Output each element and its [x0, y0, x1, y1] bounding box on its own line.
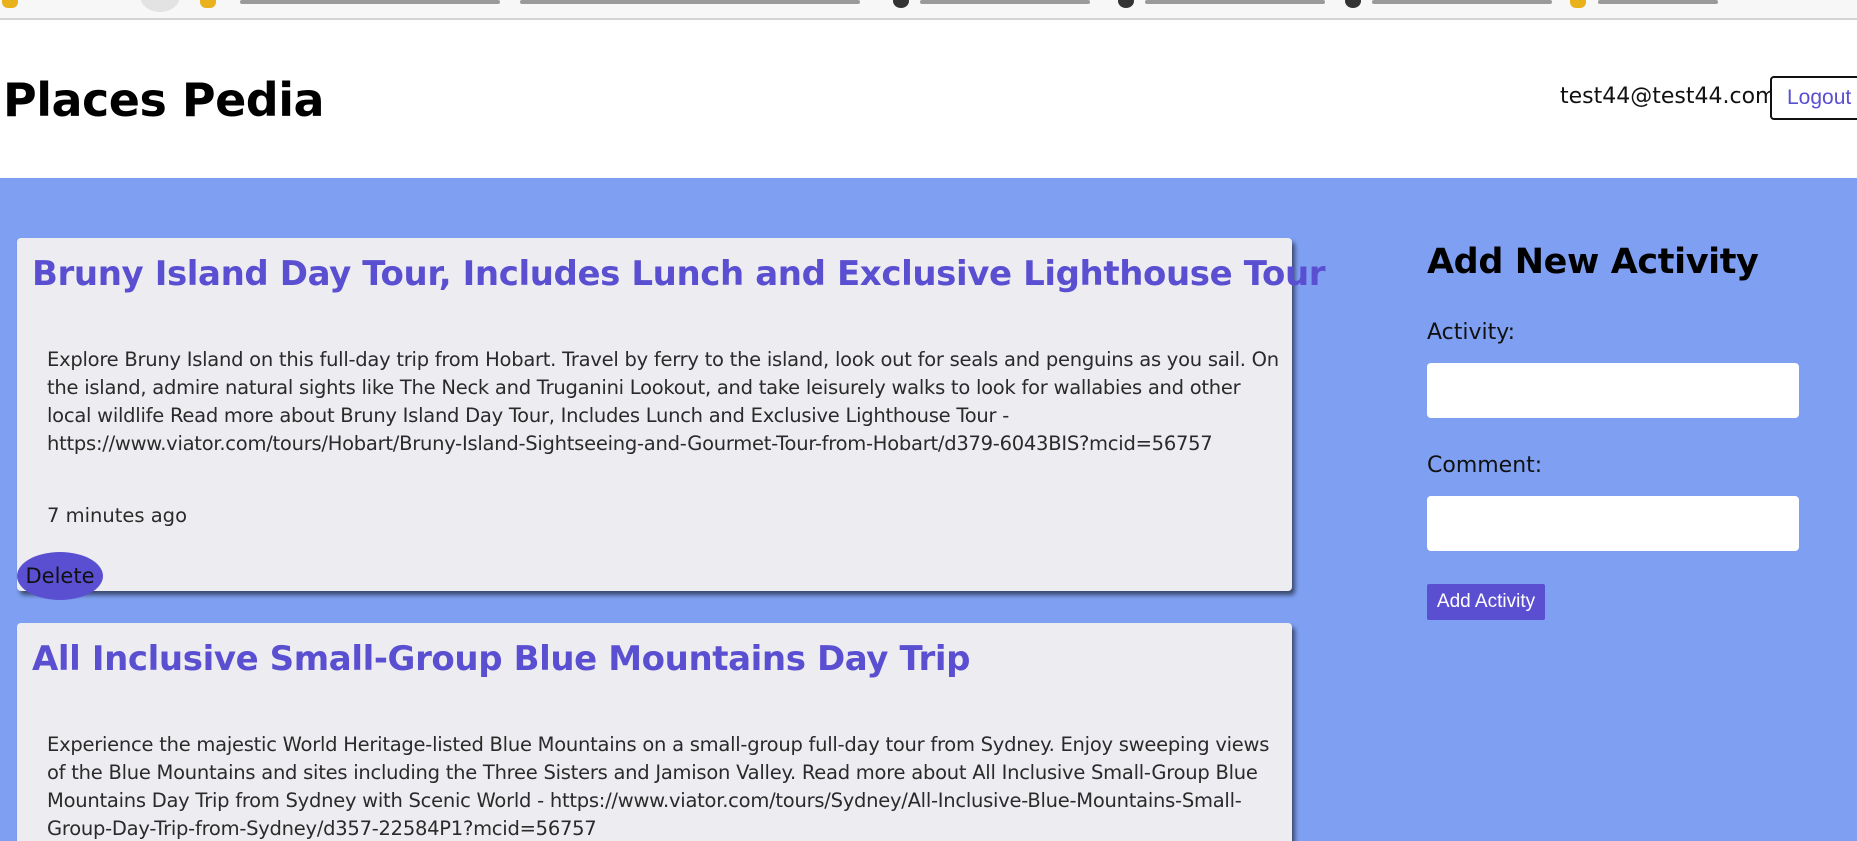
bookmark-text[interactable] — [520, 0, 860, 4]
activity-title[interactable]: Bruny Island Day Tour, Includes Lunch an… — [32, 254, 1326, 294]
bookmark-text[interactable] — [1372, 0, 1552, 4]
user-email: test44@test44.com — [1560, 84, 1777, 109]
site-header: Places Pedia test44@test44.com Logout — [0, 20, 1857, 178]
bookmark-text[interactable] — [1598, 0, 1718, 4]
browser-bookmarks-bar — [0, 0, 1857, 20]
folder-icon[interactable] — [200, 0, 216, 8]
main-content: Bruny Island Day Tour, Includes Lunch an… — [0, 178, 1857, 841]
activity-description: Experience the majestic World Heritage-l… — [47, 733, 1270, 840]
activity-card: Bruny Island Day Tour, Includes Lunch an… — [17, 238, 1326, 600]
activity-description: Explore Bruny Island on this full-day tr… — [47, 348, 1279, 455]
logout-button[interactable]: Logout — [1770, 76, 1857, 120]
bookmark-text[interactable] — [920, 0, 1090, 4]
folder-icon[interactable] — [2, 0, 18, 8]
bookmark-icon[interactable] — [1345, 0, 1361, 8]
activity-input[interactable] — [1427, 363, 1799, 418]
add-activity-form: Add New Activity Activity: Comment: Add … — [1427, 178, 1807, 841]
comment-input[interactable] — [1427, 496, 1799, 551]
activity-label: Activity: — [1427, 320, 1516, 345]
form-title: Add New Activity — [1427, 242, 1759, 282]
delete-button[interactable]: Delete — [17, 552, 103, 600]
bookmark-text[interactable] — [240, 0, 500, 4]
comment-label: Comment: — [1427, 453, 1543, 478]
activity-title[interactable]: All Inclusive Small-Group Blue Mountains… — [32, 639, 971, 679]
activity-card: All Inclusive Small-Group Blue Mountains… — [17, 623, 1292, 841]
add-activity-button[interactable]: Add Activity — [1427, 584, 1545, 620]
tab-circle-icon[interactable] — [140, 0, 180, 12]
bookmark-text[interactable] — [1145, 0, 1325, 4]
bookmark-icon[interactable] — [893, 0, 909, 8]
folder-icon[interactable] — [1570, 0, 1586, 8]
bookmark-icon[interactable] — [1118, 0, 1134, 8]
site-title[interactable]: Places Pedia — [3, 73, 325, 127]
activity-timestamp: 7 minutes ago — [47, 504, 187, 527]
